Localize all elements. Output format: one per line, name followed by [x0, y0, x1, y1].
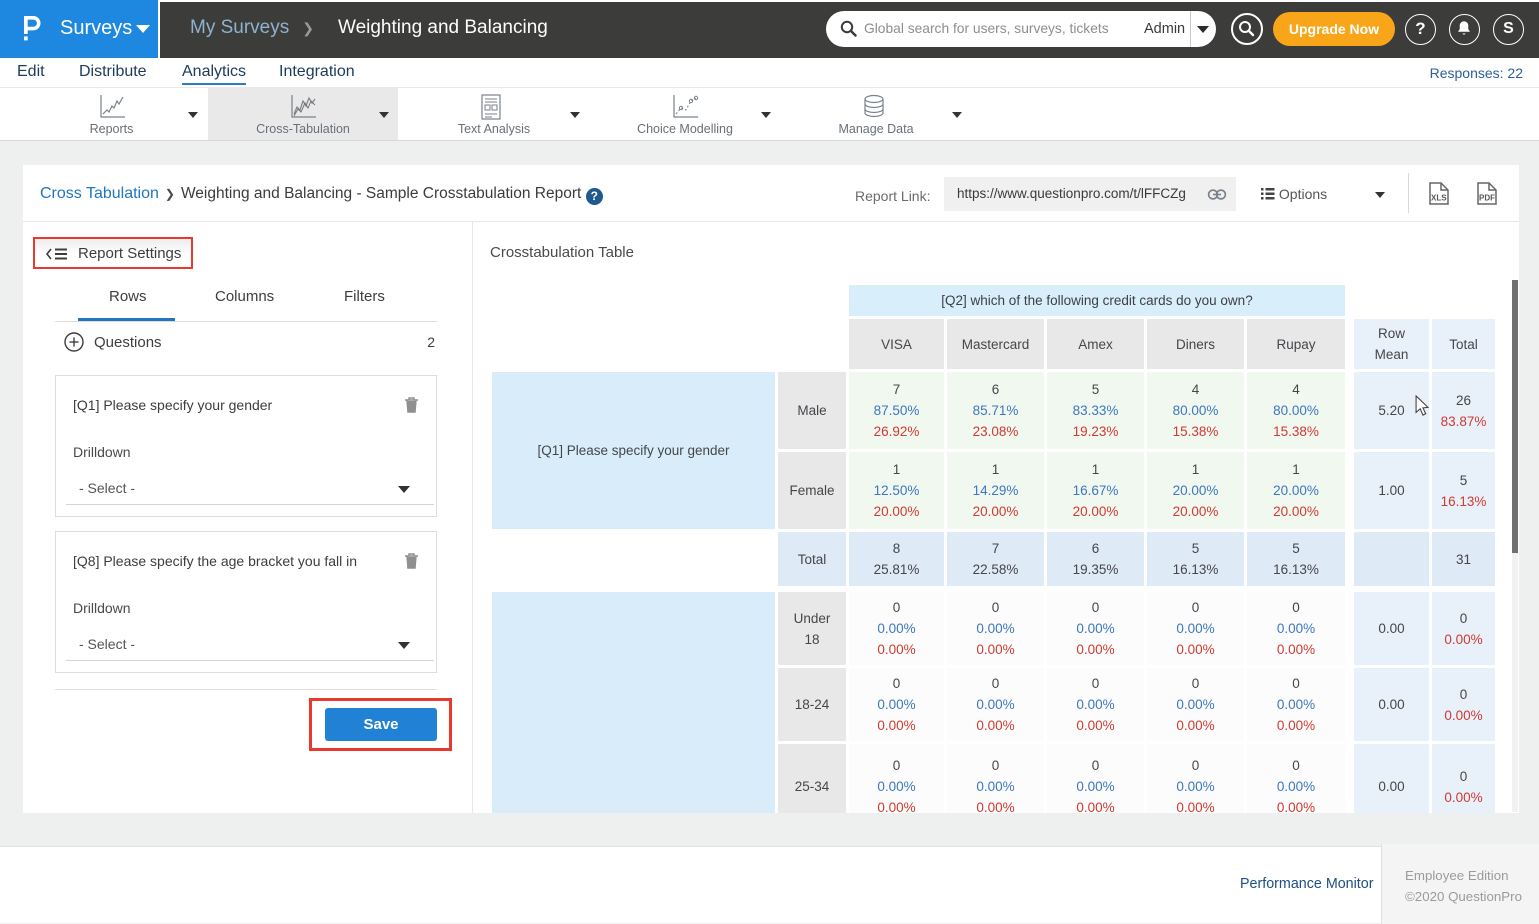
svg-text:XLS: XLS	[1431, 194, 1447, 203]
svg-text:PDF: PDF	[1479, 194, 1495, 203]
